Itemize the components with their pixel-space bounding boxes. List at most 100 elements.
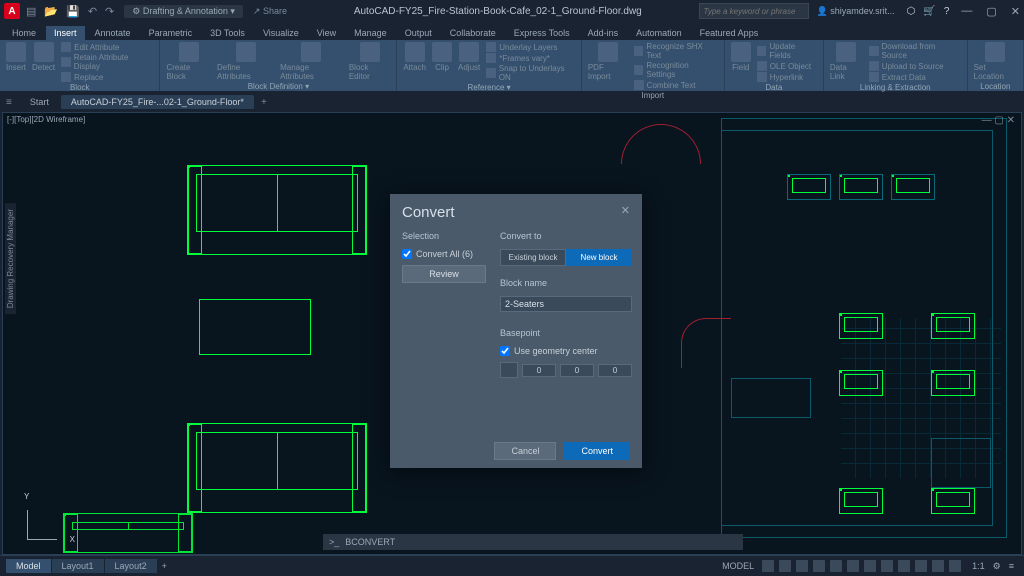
ribbon-small-button[interactable]: Recognize SHX Text xyxy=(634,42,718,60)
layout-tab-model[interactable]: Model xyxy=(6,559,51,573)
status-3d-icon[interactable] xyxy=(864,560,876,572)
layout-tab[interactable]: Layout1 xyxy=(52,559,104,573)
ribbon-small-button[interactable]: Upload to Source xyxy=(869,61,961,71)
new-tab-button[interactable]: + xyxy=(256,97,272,108)
gear-icon[interactable]: ⚙ xyxy=(993,561,1001,572)
status-lwt-icon[interactable] xyxy=(898,560,910,572)
customize-icon[interactable]: ≡ xyxy=(1009,561,1014,571)
add-layout-button[interactable]: + xyxy=(162,561,167,571)
minimize-button[interactable]: — xyxy=(961,5,972,18)
ribbon-small-button[interactable]: Hyperlink xyxy=(757,72,817,82)
view-controls[interactable]: — ▢ ✕ xyxy=(982,115,1015,126)
ribbon-small-button[interactable]: Snap to Underlays ON xyxy=(486,64,575,82)
convert-all-checkbox[interactable]: Convert All (6) xyxy=(402,249,486,259)
scale-button[interactable]: 1:1 xyxy=(972,561,985,571)
block-sofa-small[interactable] xyxy=(891,174,935,200)
status-trans-icon[interactable] xyxy=(915,560,927,572)
ribbon-button[interactable]: Block Editor xyxy=(349,42,391,81)
menu-tab-add-ins[interactable]: Add-ins xyxy=(580,26,627,40)
ribbon-button[interactable]: Create Block xyxy=(166,42,211,81)
blockname-input[interactable] xyxy=(500,296,632,312)
ribbon-button[interactable]: Clip xyxy=(432,42,452,72)
user-menu[interactable]: 👤 shiyamdev.srit... xyxy=(817,6,895,17)
existing-block-option[interactable]: Existing block xyxy=(500,249,566,266)
block-sofa-small[interactable] xyxy=(839,488,883,514)
ribbon-button[interactable]: Adjust xyxy=(458,42,480,72)
coord-y[interactable]: 0 xyxy=(560,364,594,377)
workspace-switcher[interactable]: ⚙ Drafting & Annotation ▾ xyxy=(124,5,243,18)
menu-tab-automation[interactable]: Automation xyxy=(628,26,690,40)
ribbon-button[interactable]: Insert xyxy=(6,42,26,72)
menu-tab-annotate[interactable]: Annotate xyxy=(87,26,139,40)
ribbon-small-button[interactable]: Update Fields xyxy=(757,42,817,60)
ribbon-button[interactable]: Set Location xyxy=(974,42,1017,81)
new-block-option[interactable]: New block xyxy=(566,249,632,266)
block-sofa[interactable] xyxy=(187,165,367,255)
block-rect[interactable] xyxy=(199,299,311,355)
block-sofa-small[interactable] xyxy=(839,370,883,396)
ribbon-small-button[interactable]: Download from Source xyxy=(869,42,961,60)
coord-z[interactable]: 0 xyxy=(598,364,632,377)
layout-tab[interactable]: Layout2 xyxy=(105,559,157,573)
viewport-label[interactable]: [-][Top][2D Wireframe] xyxy=(7,115,85,124)
status-iso-icon[interactable] xyxy=(830,560,842,572)
autodesk-icon[interactable]: ⬡ xyxy=(907,6,916,17)
status-polar-icon[interactable] xyxy=(813,560,825,572)
ribbon-small-button[interactable]: Combine Text xyxy=(634,80,718,90)
ribbon-small-button[interactable]: Extract Data xyxy=(869,72,961,82)
start-tab[interactable]: Start xyxy=(20,95,59,109)
block-sofa[interactable] xyxy=(63,513,193,553)
ribbon-small-button[interactable]: OLE Object xyxy=(757,61,817,71)
block-sofa-small[interactable] xyxy=(839,174,883,200)
ribbon-small-button[interactable]: Replace xyxy=(61,72,153,82)
dialog-close-button[interactable]: ✕ xyxy=(621,204,630,221)
hamburger-icon[interactable]: ≡ xyxy=(6,97,12,108)
ucs-icon[interactable]: Y X xyxy=(27,500,67,540)
menu-tab-view[interactable]: View xyxy=(309,26,344,40)
menu-tab-3d-tools[interactable]: 3D Tools xyxy=(202,26,253,40)
block-sofa-small[interactable] xyxy=(787,174,831,200)
review-button[interactable]: Review xyxy=(402,265,486,283)
menu-tab-home[interactable]: Home xyxy=(4,26,44,40)
block-sofa[interactable] xyxy=(187,423,367,513)
menu-tab-manage[interactable]: Manage xyxy=(346,26,395,40)
status-grid-icon[interactable] xyxy=(762,560,774,572)
qat-undo-icon[interactable]: ↶ xyxy=(88,5,97,18)
ribbon-small-button[interactable]: Edit Attribute xyxy=(61,42,153,52)
ribbon-small-button[interactable]: Recognition Settings xyxy=(634,61,718,79)
qat-open-icon[interactable]: 📂 xyxy=(44,5,58,18)
ribbon-button[interactable]: Attach xyxy=(403,42,426,72)
status-osnap-icon[interactable] xyxy=(847,560,859,572)
status-cycle-icon[interactable] xyxy=(932,560,944,572)
menu-tab-output[interactable]: Output xyxy=(397,26,440,40)
ribbon-button[interactable]: Data Link xyxy=(830,42,863,81)
ribbon-small-button[interactable]: Underlay Layers xyxy=(486,42,575,52)
search-input[interactable] xyxy=(699,3,809,19)
cart-icon[interactable]: 🛒 xyxy=(923,6,935,17)
block-sofa-small[interactable] xyxy=(931,488,975,514)
status-snap-icon[interactable] xyxy=(779,560,791,572)
maximize-button[interactable]: ▢ xyxy=(986,5,996,18)
menu-tab-featured-apps[interactable]: Featured Apps xyxy=(692,26,767,40)
drawing-recovery-panel[interactable]: Drawing Recovery Manager xyxy=(5,203,16,314)
block-sofa-small[interactable] xyxy=(931,313,975,339)
status-dyn-icon[interactable] xyxy=(881,560,893,572)
menu-tab-collaborate[interactable]: Collaborate xyxy=(442,26,504,40)
block-sofa-small[interactable] xyxy=(839,313,883,339)
convert-button[interactable]: Convert xyxy=(564,442,630,460)
ribbon-small-button[interactable]: Retain Attribute Display xyxy=(61,53,153,71)
qat-save-icon[interactable]: 💾 xyxy=(66,5,80,18)
ribbon-small-button[interactable]: *Frames vary* xyxy=(486,53,575,63)
ribbon-button[interactable]: Field xyxy=(731,42,751,72)
use-geometry-center-checkbox[interactable]: Use geometry center xyxy=(500,346,632,356)
coord-x[interactable]: 0 xyxy=(522,364,556,377)
menu-tab-visualize[interactable]: Visualize xyxy=(255,26,307,40)
menu-tab-express-tools[interactable]: Express Tools xyxy=(506,26,578,40)
cancel-button[interactable]: Cancel xyxy=(494,442,556,460)
ribbon-button[interactable]: Manage Attributes xyxy=(280,42,343,81)
model-space-button[interactable]: MODEL xyxy=(722,561,754,571)
qat-redo-icon[interactable]: ↷ xyxy=(105,5,114,18)
close-button[interactable]: ✕ xyxy=(1011,5,1020,18)
status-ortho-icon[interactable] xyxy=(796,560,808,572)
command-line[interactable]: >_ BCONVERT xyxy=(323,534,743,550)
